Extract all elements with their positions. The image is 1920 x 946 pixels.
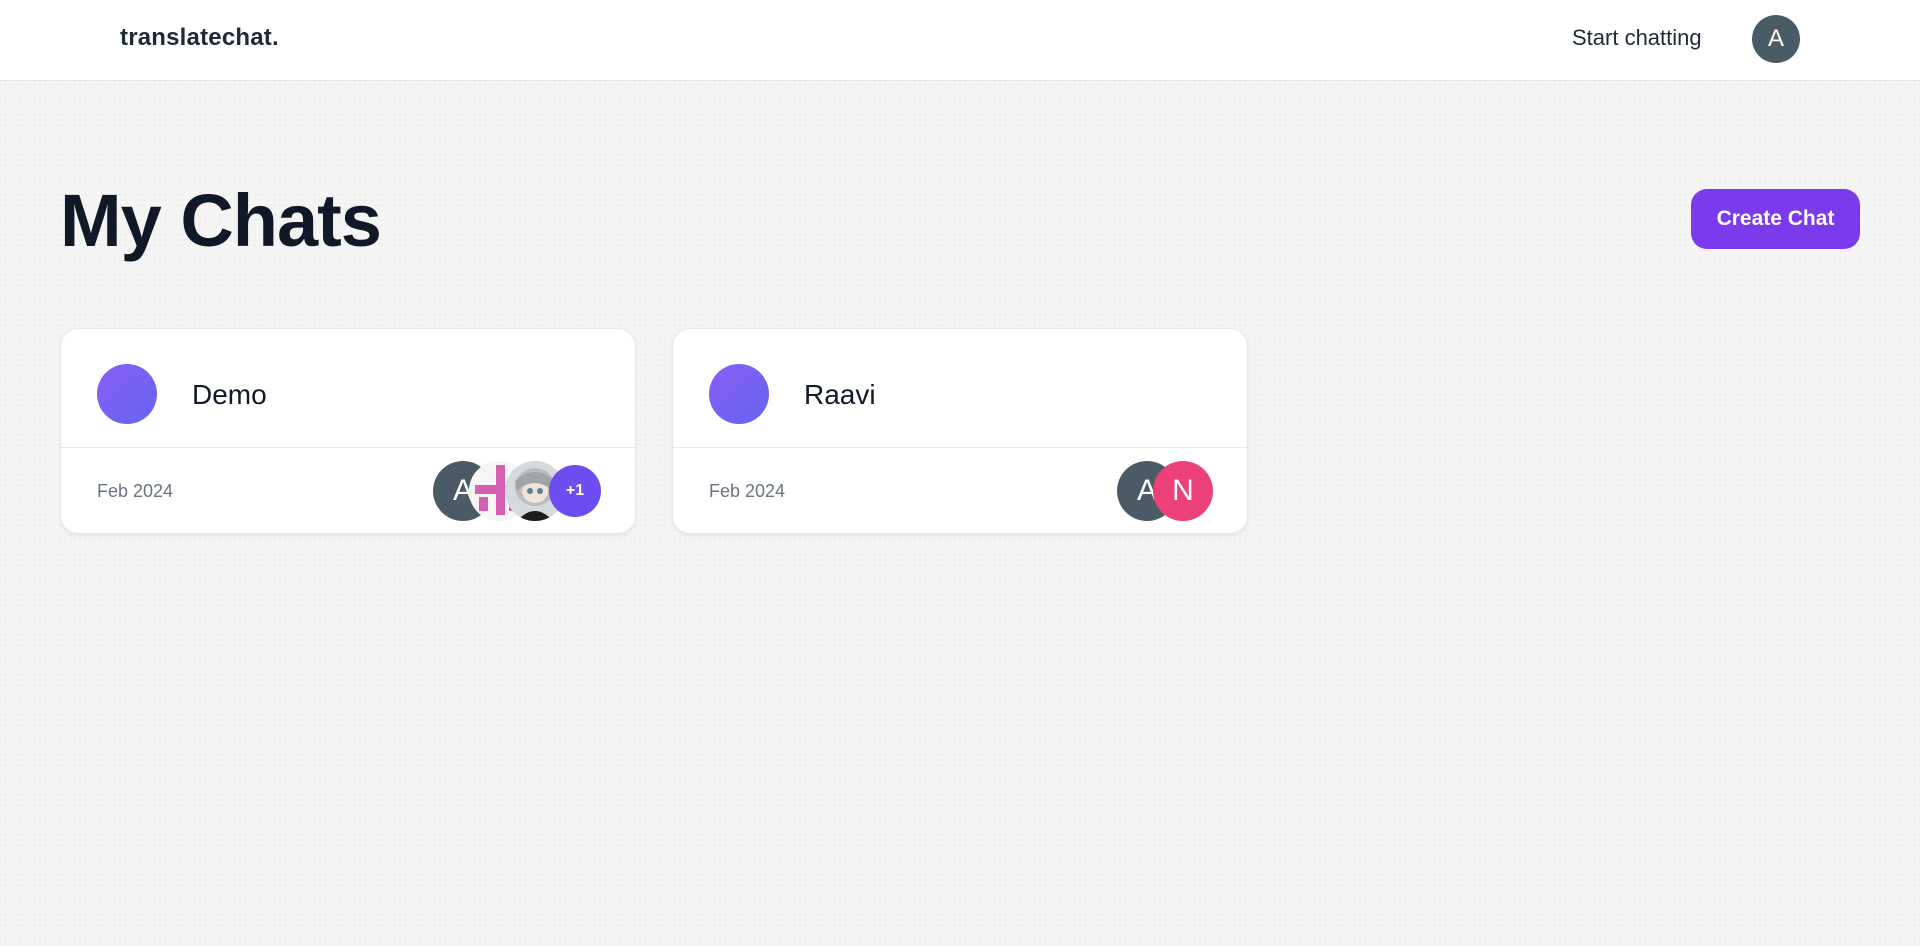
chat-icon bbox=[97, 364, 157, 424]
more-participants-badge: +1 bbox=[549, 465, 601, 517]
participant-avatar: N bbox=[1153, 461, 1213, 521]
participant-avatars: A N bbox=[1117, 461, 1217, 521]
chat-card-header: Raavi bbox=[673, 329, 1247, 448]
chat-card-demo[interactable]: Demo Feb 2024 A +1 bbox=[60, 328, 636, 534]
start-chatting-link[interactable]: Start chatting bbox=[1572, 25, 1702, 51]
top-navbar: translatechat. Start chatting A bbox=[0, 0, 1920, 81]
brand-logo[interactable]: translatechat. bbox=[120, 24, 279, 52]
page-title: My Chats bbox=[60, 179, 382, 262]
user-avatar[interactable]: A bbox=[1752, 15, 1800, 63]
chat-date: Feb 2024 bbox=[709, 481, 786, 501]
chat-name: Raavi bbox=[804, 379, 876, 410]
participant-avatars: A +1 bbox=[433, 461, 613, 521]
create-chat-button[interactable]: Create Chat bbox=[1691, 189, 1860, 249]
chat-name: Demo bbox=[192, 379, 267, 410]
chat-card-header: Demo bbox=[61, 329, 635, 448]
chat-card-raavi[interactable]: Raavi Feb 2024 A N bbox=[672, 328, 1248, 534]
chat-icon bbox=[709, 364, 769, 424]
chat-date: Feb 2024 bbox=[97, 481, 174, 501]
